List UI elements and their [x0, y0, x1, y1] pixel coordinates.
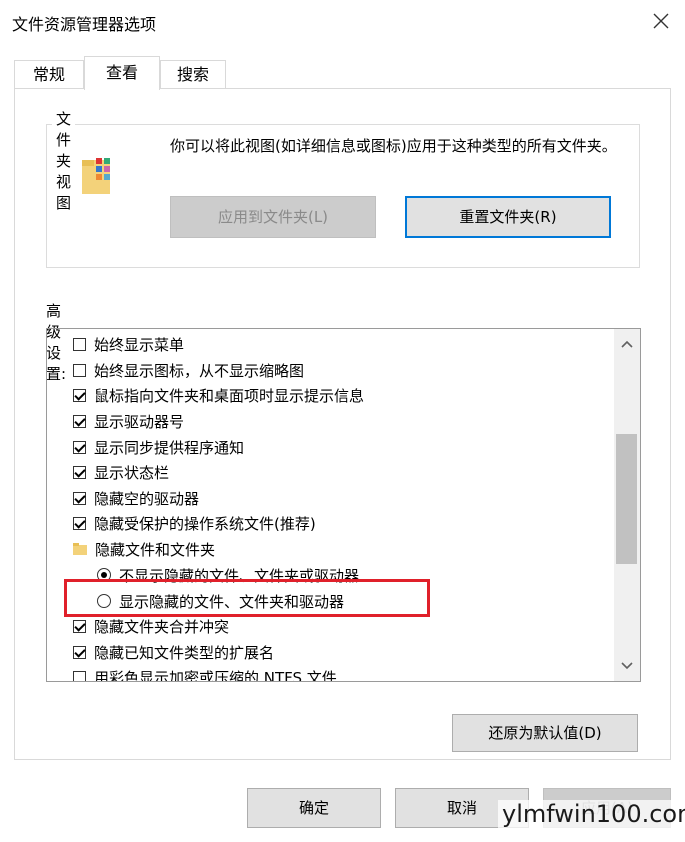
list-item-label: 鼠标指向文件夹和桌面项时显示提示信息	[94, 386, 365, 405]
watermark: ylmfwin100.com	[498, 800, 685, 828]
list-item-label: 隐藏受保护的操作系统文件(推荐)	[94, 514, 316, 533]
list-item-label: 隐藏已知文件类型的扩展名	[94, 643, 275, 662]
folder-icon	[73, 543, 87, 555]
folder-view-icon	[78, 154, 122, 198]
list-item-label: 显示同步提供程序通知	[94, 438, 245, 457]
checkbox[interactable]	[73, 619, 86, 633]
checkbox[interactable]	[73, 516, 86, 530]
list-item[interactable]: 显示同步提供程序通知	[73, 434, 244, 460]
tab-search[interactable]: 搜索	[160, 60, 226, 88]
reset-folders-button[interactable]: 重置文件夹(R)	[405, 196, 611, 238]
checkbox[interactable]	[73, 491, 86, 505]
checkbox[interactable]	[73, 465, 86, 479]
checkbox[interactable]	[73, 388, 86, 402]
chevron-up-icon	[621, 340, 633, 348]
tab-view[interactable]: 查看	[84, 56, 160, 90]
checkbox[interactable]	[73, 363, 86, 377]
list-item[interactable]: 显示驱动器号	[73, 408, 184, 434]
folder-views-legend: 文件夹视图	[52, 108, 76, 213]
list-item[interactable]: 显示状态栏	[73, 459, 169, 485]
list-item[interactable]: 隐藏受保护的操作系统文件(推荐)	[73, 510, 316, 536]
list-item[interactable]: 隐藏已知文件类型的扩展名	[73, 639, 274, 665]
restore-defaults-button[interactable]: 还原为默认值(D)	[452, 714, 638, 752]
list-item-label: 始终显示菜单	[94, 335, 185, 354]
list-item[interactable]: 鼠标指向文件夹和桌面项时显示提示信息	[73, 382, 364, 408]
chevron-down-icon	[621, 662, 633, 670]
tab-general[interactable]: 常规	[14, 60, 84, 88]
list-item-label: 隐藏文件和文件夹	[95, 540, 216, 559]
folder-views-description: 你可以将此视图(如详细信息或图标)应用于这种类型的所有文件夹。	[170, 137, 617, 155]
list-item[interactable]: 隐藏空的驱动器	[73, 485, 199, 511]
scroll-up-button[interactable]	[614, 332, 640, 356]
close-icon	[653, 13, 669, 29]
list-item-label: 隐藏文件夹合并冲突	[94, 617, 230, 636]
window-title: 文件资源管理器选项	[12, 15, 157, 34]
checkbox[interactable]	[73, 670, 86, 681]
highlight-box	[64, 579, 430, 617]
list-item-label: 显示驱动器号	[94, 412, 185, 431]
ok-button[interactable]: 确定	[247, 788, 381, 828]
scroll-down-button[interactable]	[614, 654, 640, 678]
list-item[interactable]: 始终显示图标，从不显示缩略图	[73, 357, 304, 383]
close-button[interactable]	[646, 6, 676, 36]
list-item-label: 始终显示图标，从不显示缩略图	[94, 361, 305, 380]
list-item: 隐藏文件和文件夹	[73, 536, 215, 562]
list-item-label: 显示状态栏	[94, 463, 170, 482]
list-item[interactable]: 用彩色显示加密或压缩的 NTFS 文件	[73, 664, 337, 682]
checkbox[interactable]	[73, 645, 86, 659]
scrollbar-thumb[interactable]	[616, 434, 637, 564]
checkbox[interactable]	[73, 337, 86, 351]
list-item[interactable]: 始终显示菜单	[73, 331, 184, 357]
apply-to-folders-button[interactable]: 应用到文件夹(L)	[170, 196, 376, 238]
advanced-settings-list[interactable]: 始终显示菜单 始终显示图标，从不显示缩略图 鼠标指向文件夹和桌面项时显示提示信息…	[46, 328, 641, 682]
checkbox[interactable]	[73, 440, 86, 454]
checkbox[interactable]	[73, 414, 86, 428]
list-item-label: 用彩色显示加密或压缩的 NTFS 文件	[94, 668, 337, 682]
list-item-label: 隐藏空的驱动器	[94, 489, 200, 508]
